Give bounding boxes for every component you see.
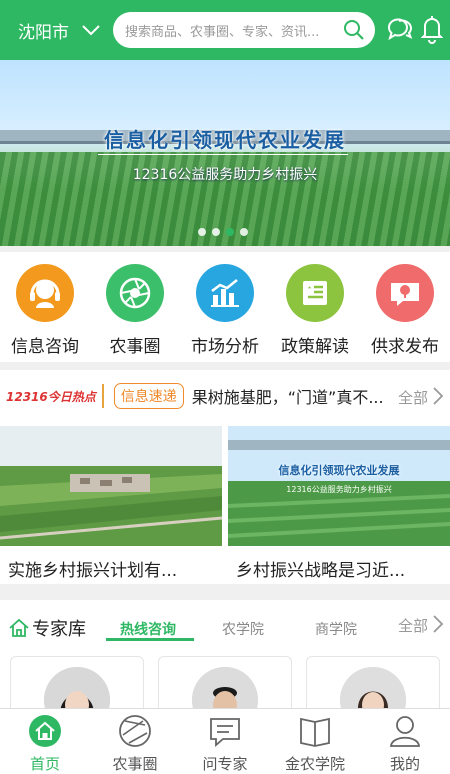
news-more-link[interactable]: 全部	[398, 387, 428, 408]
user-icon	[390, 716, 420, 747]
news-ticker[interactable]: 12316今日热点 信息速递 果树施基肥，“门道”真不...	[0, 370, 450, 422]
news-card-image[interactable]	[0, 426, 222, 546]
banner-title: 信息化引领现代农业发展	[104, 128, 346, 152]
tab-farm-circle[interactable]: 农事圈	[90, 713, 180, 774]
chat-tree-icon	[376, 264, 434, 322]
carousel-dot[interactable]	[198, 228, 206, 236]
quick-item-label: 信息咨询	[11, 337, 79, 357]
news-headline[interactable]: 果树施基肥，“门道”真不...	[192, 384, 392, 408]
quick-item-market-analysis[interactable]: 市场分析	[180, 264, 270, 357]
chevron-down-icon[interactable]	[80, 19, 102, 41]
active-tab-indicator	[106, 638, 194, 641]
tab-label: 金农学院	[284, 755, 345, 773]
quick-item-farm-circle[interactable]: 农事圈	[90, 264, 180, 357]
chat-bubble-icon	[210, 718, 240, 747]
news-card-caption[interactable]: 实施乡村振兴计划有...	[8, 556, 177, 581]
aperture-icon	[119, 715, 151, 747]
banner-carousel[interactable]: 信息化引领现代农业发展 12316公益服务助力乡村振兴	[0, 60, 450, 246]
tab-agriculture-college[interactable]: 农学院	[222, 619, 264, 639]
house-icon	[9, 618, 29, 637]
news-card-caption[interactable]: 乡村振兴战略是习近...	[236, 556, 405, 581]
expert-card[interactable]	[10, 656, 144, 733]
banner-subtitle: 12316公益服务助力乡村振兴	[132, 167, 318, 183]
quick-item-label: 政策解读	[281, 337, 349, 357]
expert-card[interactable]	[158, 656, 292, 733]
card-image-subtitle: 12316公益服务助力乡村振兴	[286, 485, 392, 494]
quick-menu: 信息咨询 农事圈 市场分析 政策解读 供求发布	[0, 252, 450, 362]
home-icon	[29, 715, 61, 747]
quick-item-label: 供求发布	[371, 337, 439, 357]
tab-label: 问专家	[202, 755, 248, 773]
quick-item-supply-demand[interactable]: 供求发布	[360, 264, 450, 357]
top-bar: 沈阳市 搜索商品、农事圈、专家、资讯...	[0, 0, 450, 60]
news-section: 12316今日热点 信息速递 果树施基肥，“门道”真不... 全部 信息化引领现…	[0, 370, 450, 584]
quick-item-policy-reading[interactable]: 政策解读	[270, 264, 360, 357]
quick-item-info-consult[interactable]: 信息咨询	[0, 264, 90, 357]
tab-hotline-consult[interactable]: 热线咨询	[120, 619, 176, 639]
card-image-title: 信息化引领现代农业发展	[278, 464, 400, 477]
search-placeholder: 搜索商品、农事圈、专家、资讯...	[125, 24, 320, 40]
tab-golden-college[interactable]: 金农学院	[270, 713, 360, 774]
tab-home[interactable]: 首页	[0, 713, 90, 774]
news-brand-logo: 12316今日热点	[6, 389, 96, 404]
experts-more-link[interactable]: 全部	[398, 615, 428, 636]
quick-item-label: 市场分析	[191, 337, 259, 357]
news-tag: 信息速递	[113, 383, 184, 409]
headset-icon	[16, 264, 74, 322]
carousel-dot[interactable]	[240, 228, 248, 236]
expert-card[interactable]	[306, 656, 440, 733]
news-card-image[interactable]: 信息化引领现代农业发展 12316公益服务助力乡村振兴	[228, 426, 450, 546]
carousel-dots	[198, 228, 248, 236]
banner-divider	[98, 154, 348, 155]
bottom-tab-bar: 首页 农事圈 问专家 金农学院 我的	[0, 708, 450, 774]
tab-business-college[interactable]: 商学院	[315, 619, 357, 639]
expert-section-title: 专家库	[32, 619, 86, 640]
divider	[101, 384, 104, 408]
carousel-dot[interactable]	[212, 228, 220, 236]
bar-chart-icon	[196, 264, 254, 322]
search-input[interactable]: 搜索商品、农事圈、专家、资讯...	[113, 12, 375, 48]
aperture-icon	[106, 264, 164, 322]
tab-mine[interactable]: 我的	[360, 713, 450, 774]
document-icon	[286, 264, 344, 322]
carousel-dot-active[interactable]	[226, 228, 234, 236]
tab-label: 首页	[29, 755, 60, 773]
chevron-right-icon[interactable]	[432, 386, 444, 406]
city-selector[interactable]: 沈阳市	[18, 18, 78, 43]
tab-label: 农事圈	[112, 755, 158, 773]
chevron-right-icon[interactable]	[432, 614, 444, 634]
quick-item-label: 农事圈	[109, 337, 161, 357]
book-icon	[300, 717, 330, 747]
village-aerial-image	[0, 426, 222, 546]
tab-label: 我的	[389, 755, 420, 773]
tab-ask-expert[interactable]: 问专家	[180, 713, 270, 774]
message-icon[interactable]	[386, 15, 414, 43]
search-icon[interactable]	[343, 19, 365, 41]
bell-icon[interactable]	[421, 14, 443, 44]
expert-section: 专家库 热线咨询 农学院 商学院 全部	[0, 600, 450, 733]
